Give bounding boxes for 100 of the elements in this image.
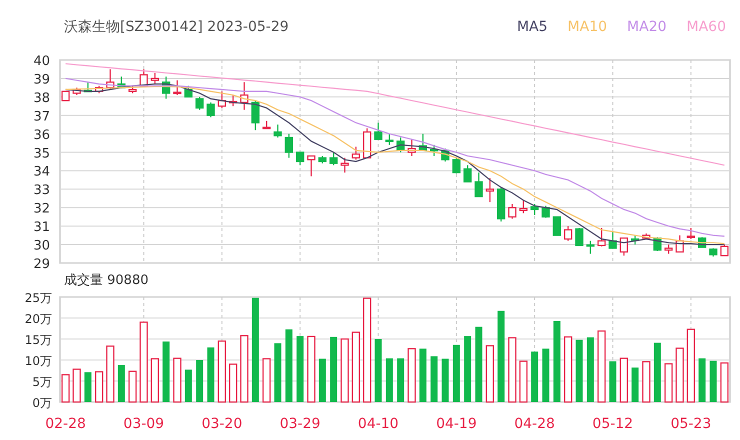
volume-bar xyxy=(397,358,404,402)
candlestick xyxy=(251,100,260,130)
volume-bar xyxy=(720,362,729,403)
axis-label: 15万 xyxy=(24,333,52,347)
candlestick xyxy=(162,76,170,99)
volume-bar xyxy=(307,336,316,403)
volume-bar xyxy=(642,361,650,403)
volume-bar xyxy=(173,358,182,403)
volume-bar xyxy=(386,358,393,402)
candlestick xyxy=(240,82,248,110)
volume-bar xyxy=(84,372,92,402)
candlestick xyxy=(575,228,584,246)
axis-label: 29 xyxy=(33,257,50,272)
axis-label: 39 xyxy=(33,72,50,88)
candlestick xyxy=(117,76,126,88)
date-label: 05-12 xyxy=(592,416,634,432)
candlestick xyxy=(620,237,628,256)
volume-bar xyxy=(586,337,594,402)
volume-bar xyxy=(452,344,460,402)
candlestick xyxy=(374,122,382,140)
legend-label: MA20 xyxy=(627,18,667,36)
candlestick xyxy=(340,158,349,173)
volume-bar xyxy=(632,368,639,402)
date-label: 04-28 xyxy=(514,416,555,432)
candlestick xyxy=(284,134,294,158)
volume-bar xyxy=(698,358,706,402)
volume-bar xyxy=(262,358,271,403)
date-label: 03-20 xyxy=(202,416,242,432)
volume-bar xyxy=(330,336,338,402)
candlestick xyxy=(542,206,550,218)
candlestick xyxy=(664,244,673,254)
volume-bar xyxy=(296,336,304,402)
candlestick xyxy=(329,152,338,166)
axis-label: 33 xyxy=(33,183,50,198)
volume-bar xyxy=(72,368,81,403)
axis-label: 20万 xyxy=(24,312,52,326)
candlestick xyxy=(552,216,562,236)
chart-title: 沃森生物[SZ300142] 2023-05-29 xyxy=(64,18,289,37)
legend-label: MA60 xyxy=(686,18,726,36)
candlestick xyxy=(106,69,114,90)
candlestick xyxy=(206,102,215,118)
axis-label: 31 xyxy=(33,220,50,236)
candlestick xyxy=(307,155,316,176)
candlestick xyxy=(84,82,92,92)
volume-bar xyxy=(710,360,717,402)
date-label: 04-19 xyxy=(436,416,477,432)
axis-label: 0万 xyxy=(32,396,52,410)
date-label: 04-10 xyxy=(358,416,399,432)
candlestick xyxy=(228,95,238,106)
candlestick xyxy=(564,226,572,241)
volume-bar xyxy=(184,370,192,402)
candlestick xyxy=(61,90,70,102)
volume-bar xyxy=(318,358,326,402)
candlestick xyxy=(408,139,416,156)
candlestick xyxy=(642,233,650,239)
candlestick xyxy=(463,165,472,182)
volume-bar xyxy=(162,342,170,402)
candlestick xyxy=(274,124,282,138)
date-label: 05-23 xyxy=(670,416,712,432)
axis-label: 37 xyxy=(33,109,50,124)
candlestick xyxy=(486,178,494,202)
axis-label: 10万 xyxy=(24,354,52,368)
candlestick xyxy=(184,86,193,98)
candlestick xyxy=(686,228,696,239)
axis-label: 30 xyxy=(33,238,50,254)
candlestick xyxy=(430,144,438,156)
legend-label: MA10 xyxy=(568,18,608,36)
volume-bar xyxy=(228,364,238,403)
candlestick xyxy=(508,204,516,219)
axis-label: 5万 xyxy=(32,375,52,389)
volume-bar xyxy=(274,343,282,402)
candlestick xyxy=(474,172,483,198)
axis-label: 34 xyxy=(33,164,50,180)
volume-bar xyxy=(196,360,204,402)
candlestick xyxy=(586,240,595,254)
volume-bar xyxy=(374,339,382,402)
candlestick xyxy=(452,158,461,174)
axis-label: 35 xyxy=(33,146,50,162)
volume-bar xyxy=(207,347,214,402)
volume-bar xyxy=(106,346,114,403)
candlestick xyxy=(195,96,204,110)
volume-bar xyxy=(564,336,572,403)
candlestick xyxy=(608,232,617,249)
candlestick xyxy=(630,235,640,245)
axis-label: 36 xyxy=(33,128,50,143)
candlestick xyxy=(262,120,271,130)
volume-bar xyxy=(519,360,528,403)
volume-bar xyxy=(419,348,426,402)
candlestick xyxy=(140,69,148,86)
date-label: 03-29 xyxy=(280,416,320,432)
axis-label: 40 xyxy=(33,54,50,69)
volume-label: 成交量 90880 xyxy=(64,273,148,289)
volume-bar xyxy=(620,358,628,403)
candlestick xyxy=(396,138,405,152)
axis-label: 25万 xyxy=(24,291,52,305)
candlestick xyxy=(530,204,539,216)
candlestick xyxy=(173,80,182,96)
axis-label: 38 xyxy=(33,90,50,106)
volume-bar xyxy=(94,371,104,403)
candlestick xyxy=(418,134,428,152)
